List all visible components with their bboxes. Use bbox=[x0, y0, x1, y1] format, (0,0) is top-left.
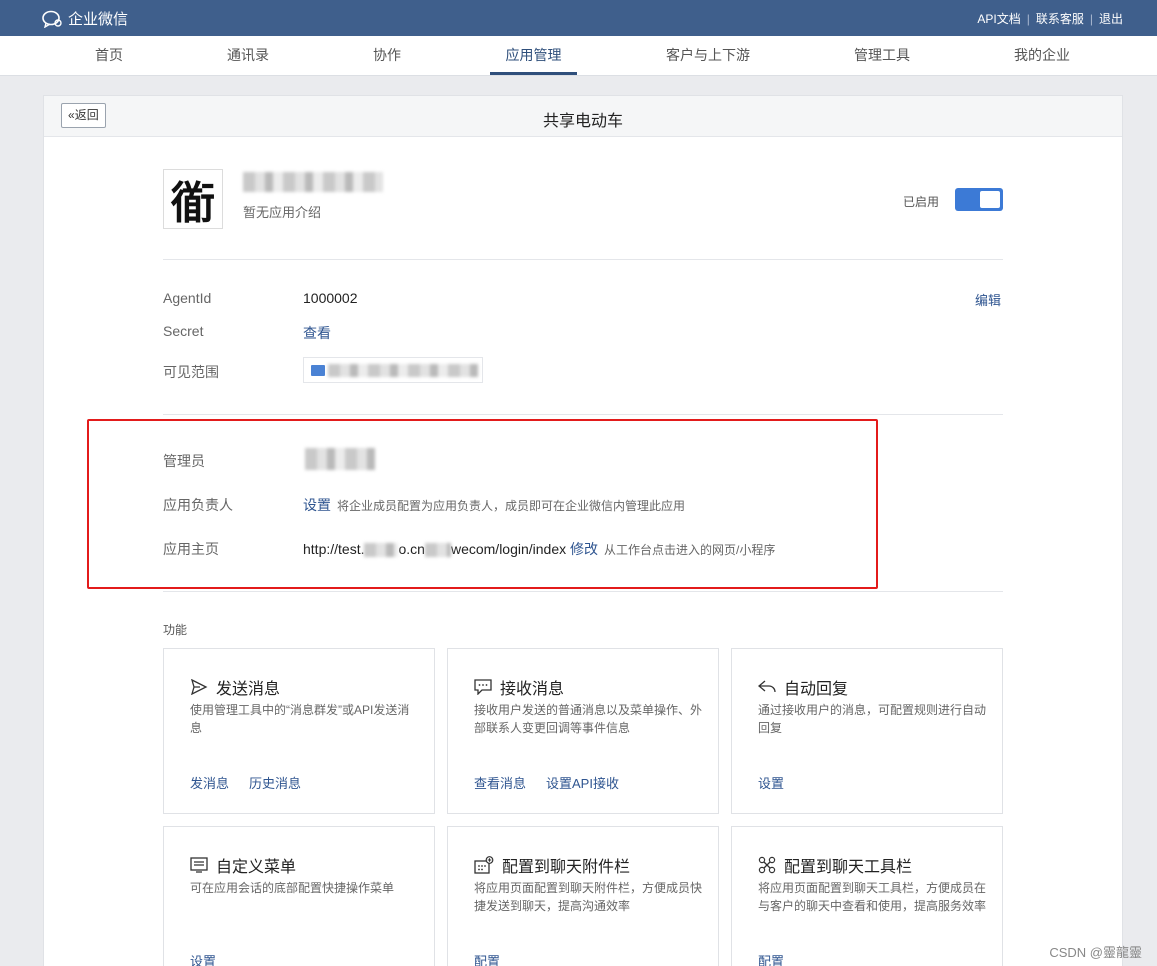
card-description: 接收用户发送的普通消息以及菜单操作、外部联系人变更回调等事件信息 bbox=[474, 703, 703, 735]
card-title-text: 接收消息 bbox=[500, 681, 565, 698]
separator: | bbox=[1026, 11, 1030, 26]
contact-support-link[interactable]: 联系客服 bbox=[1036, 10, 1084, 27]
tab-app-management[interactable]: 应用管理 bbox=[490, 36, 577, 76]
highlight-box bbox=[87, 419, 878, 589]
card-actions: 配置 bbox=[474, 951, 520, 966]
secret-label: Secret bbox=[163, 323, 204, 339]
divider bbox=[163, 259, 1003, 260]
card-title: 自动回复 bbox=[758, 675, 848, 699]
feature-card-chat-toolbar: 配置到聊天工具栏 将应用页面配置到聊天工具栏，方便成员在与客户的聊天中查看和使用… bbox=[731, 826, 1003, 966]
reply-icon bbox=[758, 680, 776, 693]
tab-management-tools[interactable]: 管理工具 bbox=[846, 36, 918, 76]
card-description: 将应用页面配置到聊天附件栏，方便成员快捷发送到聊天，提高沟通效率 bbox=[474, 881, 703, 913]
auto-reply-settings-link[interactable]: 设置 bbox=[758, 773, 784, 792]
top-links: API文档 | 联系客服 | 退出 bbox=[977, 10, 1123, 27]
card-actions: 设置 bbox=[190, 951, 236, 966]
brand-logo[interactable]: 企业微信 bbox=[42, 8, 128, 29]
feature-card-receive-message: 接收消息 接收用户发送的普通消息以及菜单操作、外部联系人变更回调等事件信息 查看… bbox=[447, 648, 719, 814]
tab-collaboration[interactable]: 协作 bbox=[360, 36, 414, 76]
divider bbox=[163, 591, 1003, 592]
wecom-logo-icon bbox=[42, 10, 62, 28]
card-title-text: 自定义菜单 bbox=[216, 859, 297, 876]
card-title: 接收消息 bbox=[474, 675, 564, 699]
card-title: 自定义菜单 bbox=[190, 853, 296, 877]
main-nav: 首页 通讯录 协作 应用管理 客户与上下游 管理工具 我的企业 bbox=[0, 36, 1157, 76]
card-title-text: 配置到聊天附件栏 bbox=[502, 859, 631, 876]
menu-icon bbox=[190, 857, 208, 873]
card-description: 可在应用会话的底部配置快捷操作菜单 bbox=[190, 881, 395, 895]
view-messages-link[interactable]: 查看消息 bbox=[474, 773, 526, 792]
feature-card-chat-attachment: 配置到聊天附件栏 将应用页面配置到聊天附件栏，方便成员快捷发送到聊天，提高沟通效… bbox=[447, 826, 719, 966]
app-logo-glyph: 衜 bbox=[171, 178, 215, 229]
logout-link[interactable]: 退出 bbox=[1099, 10, 1123, 27]
edit-button[interactable]: 编辑 bbox=[975, 290, 1001, 309]
card-actions: 配置 bbox=[758, 951, 804, 966]
card-title-text: 配置到聊天工具栏 bbox=[784, 859, 913, 876]
tab-contacts[interactable]: 通讯录 bbox=[220, 36, 276, 76]
history-message-link[interactable]: 历史消息 bbox=[249, 773, 301, 792]
view-secret-link[interactable]: 查看 bbox=[303, 323, 331, 343]
agentid-value: 1000002 bbox=[303, 290, 358, 306]
card-actions: 发消息 历史消息 bbox=[190, 773, 321, 792]
card-actions: 查看消息 设置API接收 bbox=[474, 773, 639, 792]
attachment-bar-icon bbox=[474, 856, 494, 874]
toolbar-icon bbox=[758, 856, 776, 874]
card-title: 配置到聊天工具栏 bbox=[758, 853, 912, 877]
app-logo[interactable]: 衜 bbox=[163, 169, 223, 229]
feature-card-auto-reply: 自动回复 通过接收用户的消息，可配置规则进行自动回复 设置 bbox=[731, 648, 1003, 814]
card-description: 通过接收用户的消息，可配置规则进行自动回复 bbox=[758, 703, 987, 735]
card-actions: 设置 bbox=[758, 773, 804, 792]
feature-card-custom-menu: 自定义菜单 可在应用会话的底部配置快捷操作菜单 设置 bbox=[163, 826, 435, 966]
folder-icon bbox=[311, 365, 325, 376]
send-icon bbox=[191, 679, 208, 695]
card-title-text: 自动回复 bbox=[784, 681, 849, 698]
divider bbox=[163, 414, 1003, 415]
scope-redacted bbox=[328, 364, 478, 377]
watermark: CSDN @靈龍靈 bbox=[1049, 945, 1142, 960]
card-title: 配置到聊天附件栏 bbox=[474, 853, 630, 877]
feature-card-send-message: 发送消息 使用管理工具中的“消息群发”或API发送消息 发消息 历史消息 bbox=[163, 648, 435, 814]
tab-home[interactable]: 首页 bbox=[82, 36, 136, 76]
card-title: 发送消息 bbox=[190, 675, 280, 699]
api-docs-link[interactable]: API文档 bbox=[977, 10, 1020, 27]
card-description: 将应用页面配置到聊天工具栏，方便成员在与客户的聊天中查看和使用，提高服务效率 bbox=[758, 881, 987, 913]
set-api-receive-link[interactable]: 设置API接收 bbox=[546, 773, 619, 792]
separator: | bbox=[1089, 11, 1093, 26]
top-bar: 企业微信 API文档 | 联系客服 | 退出 bbox=[0, 0, 1157, 36]
tab-customers[interactable]: 客户与上下游 bbox=[660, 36, 756, 76]
chat-bubble-icon bbox=[474, 679, 492, 695]
brand-name: 企业微信 bbox=[68, 11, 129, 28]
custom-menu-settings-link[interactable]: 设置 bbox=[190, 951, 216, 966]
configure-attachment-link[interactable]: 配置 bbox=[474, 951, 500, 966]
app-description: 暂无应用介绍 bbox=[243, 205, 322, 220]
agentid-label: AgentId bbox=[163, 290, 212, 306]
tab-my-enterprise[interactable]: 我的企业 bbox=[1006, 36, 1078, 76]
enable-toggle[interactable] bbox=[955, 188, 1003, 211]
card-title-text: 发送消息 bbox=[216, 681, 281, 698]
app-name-redacted bbox=[243, 172, 383, 192]
page-title: 共享电动车 bbox=[542, 113, 623, 130]
visible-scope-box[interactable] bbox=[303, 357, 483, 383]
status-label: 已启用 bbox=[903, 195, 940, 209]
send-message-link[interactable]: 发消息 bbox=[190, 773, 229, 792]
card-description: 使用管理工具中的“消息群发”或API发送消息 bbox=[190, 703, 410, 735]
visible-scope-label: 可见范围 bbox=[163, 364, 219, 380]
panel-header: «返回 共享电动车 bbox=[44, 96, 1122, 137]
features-section-label: 功能 bbox=[163, 623, 188, 637]
toggle-knob bbox=[980, 191, 1000, 208]
configure-toolbar-link[interactable]: 配置 bbox=[758, 951, 784, 966]
